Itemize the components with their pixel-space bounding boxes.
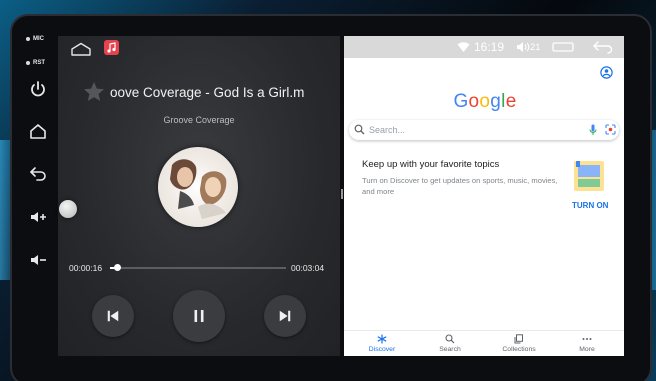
volume-down-icon[interactable] <box>28 250 48 270</box>
floating-assist-ball[interactable] <box>59 200 77 218</box>
nav-search[interactable]: Search <box>420 334 480 353</box>
home-icon[interactable] <box>28 121 48 141</box>
search-bar[interactable]: Search... <box>349 120 619 140</box>
account-icon[interactable] <box>600 66 613 79</box>
card-heading: Keep up with your favorite topics <box>362 159 500 170</box>
mic-indicator: MIC <box>26 36 44 42</box>
nav-search-label: Search <box>439 346 461 353</box>
nav-more-label: More <box>579 346 595 353</box>
skip-next-icon <box>279 310 291 322</box>
progress-track[interactable] <box>110 267 286 269</box>
artist-name: Groove Coverage <box>163 115 235 125</box>
skip-previous-icon <box>107 310 119 322</box>
home-outline-icon[interactable] <box>70 42 92 56</box>
total-time: 00:03:04 <box>291 263 325 273</box>
nav-discover-label: Discover <box>368 346 396 353</box>
rst-label: RST <box>33 60 45 66</box>
volume-level: 21 <box>530 42 541 53</box>
card-body: Turn on Discover to get updates on sport… <box>362 176 558 196</box>
music-app-icon[interactable] <box>104 40 119 55</box>
nav-collections[interactable]: Collections <box>489 334 549 353</box>
recent-apps-icon[interactable] <box>552 42 574 52</box>
volume-icon <box>517 42 530 52</box>
discover-card: Keep up with your favorite topics Turn o… <box>349 151 619 221</box>
bottom-navigation: Discover Search Collections More <box>344 330 624 356</box>
volume-up-icon[interactable] <box>28 207 48 227</box>
google-logo-letter: e <box>505 91 517 112</box>
status-bar: 16:19 21 <box>344 36 624 58</box>
google-logo-letter: o <box>468 91 480 112</box>
music-note-icon <box>107 42 116 53</box>
nav-discover[interactable]: Discover <box>352 334 412 353</box>
favorite-star-icon[interactable] <box>82 80 106 104</box>
music-player-pane: oove Coverage - God Is a Girl.m Groove C… <box>58 36 340 356</box>
back-arrow-icon[interactable] <box>592 40 614 54</box>
search-icon <box>445 334 455 344</box>
collections-icon <box>514 334 523 344</box>
divider-handle[interactable] <box>341 189 343 199</box>
google-logo-letter: o <box>479 91 491 112</box>
google-logo-letter: g <box>490 91 502 112</box>
album-art-photo <box>170 159 227 219</box>
discover-illustration-icon <box>574 161 604 191</box>
nav-more[interactable]: More <box>557 334 617 353</box>
turn-on-button[interactable]: TURN ON <box>572 201 608 210</box>
google-logo-letter: G <box>453 91 469 112</box>
search-icon <box>354 124 365 135</box>
google-lens-icon[interactable] <box>605 124 616 135</box>
previous-track-button[interactable] <box>92 295 134 337</box>
next-track-button[interactable] <box>264 295 306 337</box>
google-app-pane: 16:19 21 Google Search... Keep up with y… <box>344 36 624 356</box>
song-title: oove Coverage - God Is a Girl.m <box>110 85 305 100</box>
reset-button[interactable]: RST <box>26 60 45 66</box>
nav-collections-label: Collections <box>502 346 536 353</box>
progress-knob[interactable] <box>113 264 121 271</box>
microphone-icon[interactable] <box>589 124 597 136</box>
current-time: 00:00:16 <box>69 263 103 273</box>
more-icon <box>582 338 592 340</box>
back-icon[interactable] <box>28 163 48 183</box>
mic-label: MIC <box>33 36 44 42</box>
status-time: 16:19 <box>474 40 505 54</box>
pause-icon <box>194 310 204 322</box>
wifi-icon <box>457 42 470 52</box>
album-art <box>158 147 238 227</box>
search-placeholder: Search... <box>369 125 406 135</box>
asterisk-icon <box>377 334 387 344</box>
pause-button[interactable] <box>173 290 225 342</box>
side-button-panel: MIC RST <box>22 30 56 280</box>
power-icon[interactable] <box>28 79 48 99</box>
google-logo: Google <box>344 91 624 113</box>
